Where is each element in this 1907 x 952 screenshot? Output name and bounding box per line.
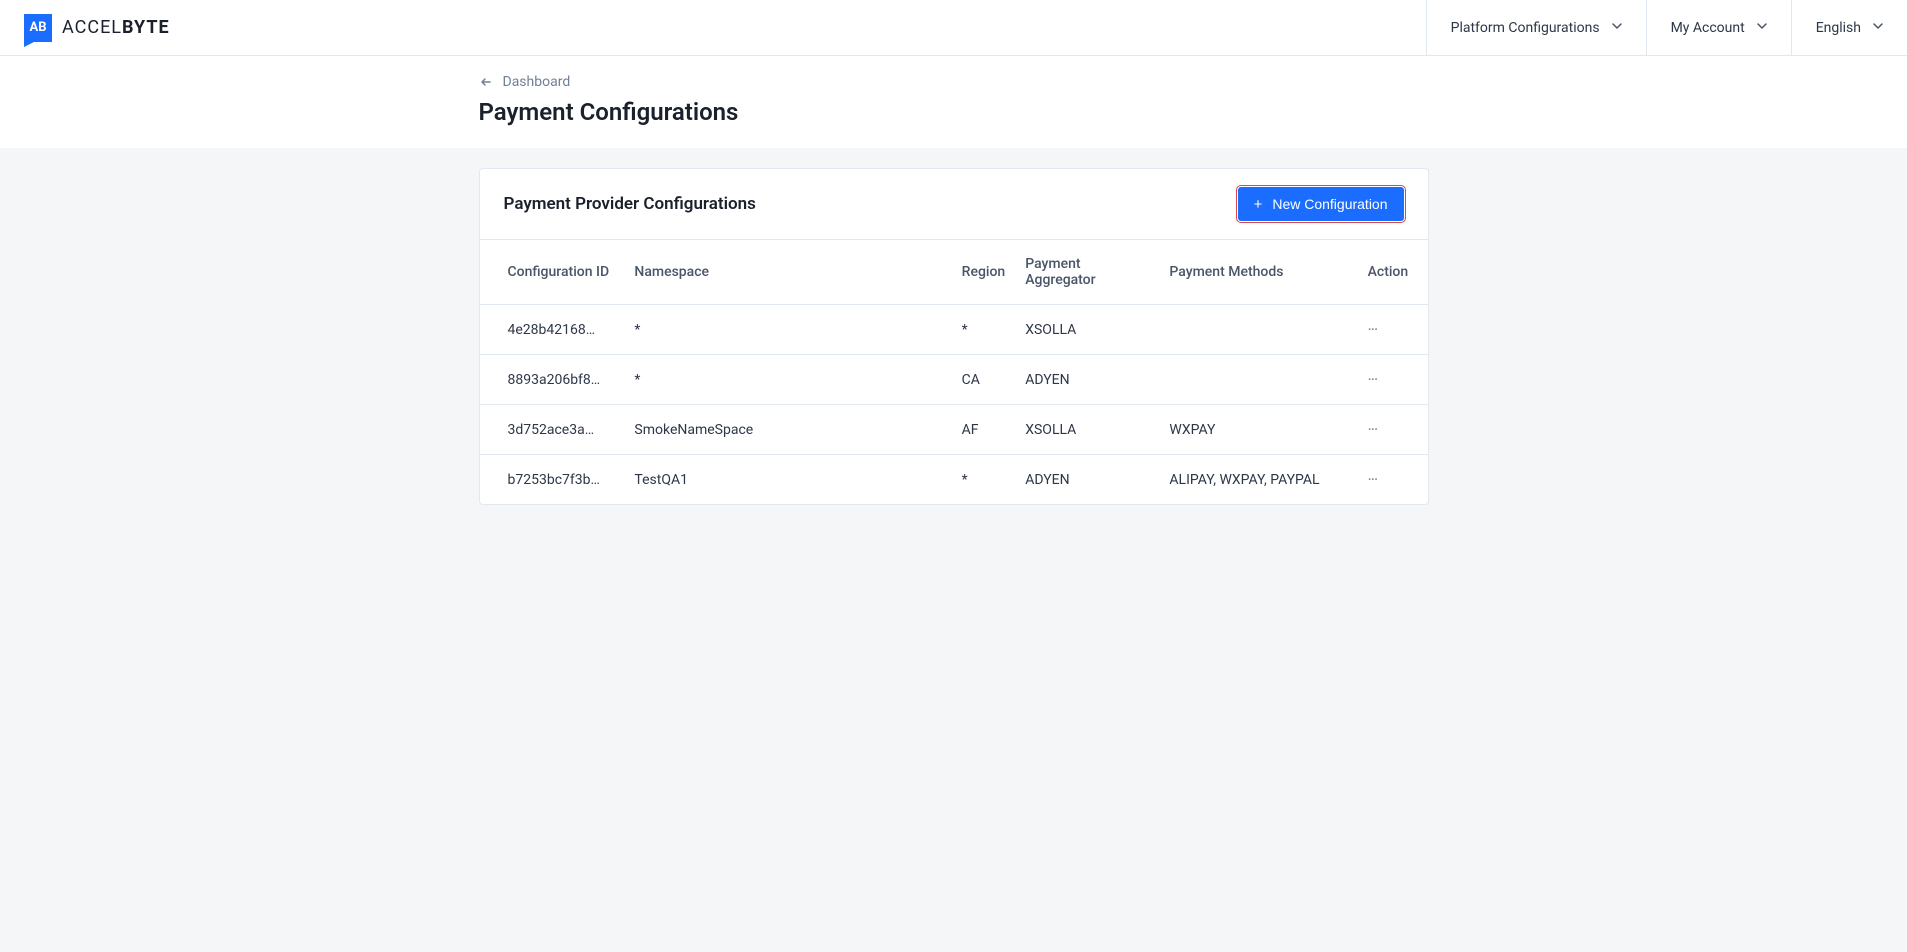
cell-config-id: 4e28b42168…	[480, 305, 625, 355]
breadcrumb-dashboard-link[interactable]: Dashboard	[503, 74, 571, 90]
cell-config-id: 8893a206bf8…	[480, 355, 625, 405]
brand-icon: AB	[24, 14, 52, 42]
cell-config-id: b7253bc7f3b…	[480, 455, 625, 505]
cell-methods: ALIPAY, WXPAY, PAYPAL	[1159, 455, 1357, 505]
cell-methods	[1159, 305, 1357, 355]
table-row: 4e28b42168…**XSOLLA···	[480, 305, 1428, 355]
brand-icon-text: AB	[29, 20, 46, 35]
new-configuration-label: New Configuration	[1272, 196, 1387, 212]
cell-namespace: TestQA1	[624, 455, 951, 505]
content-area: Payment Provider Configurations + New Co…	[0, 148, 1907, 505]
cell-region: CA	[952, 355, 1016, 405]
card-title: Payment Provider Configurations	[504, 194, 756, 214]
brand-name: ACCELBYTE	[62, 17, 170, 38]
payment-provider-card: Payment Provider Configurations + New Co…	[479, 168, 1429, 505]
cell-action: ···	[1358, 355, 1428, 405]
logo-area[interactable]: AB ACCELBYTE	[0, 14, 170, 42]
chevron-down-icon	[1612, 23, 1622, 33]
header-namespace: Namespace	[624, 240, 951, 305]
configurations-table: Configuration ID Namespace Region Paymen…	[480, 240, 1428, 504]
more-actions-icon[interactable]: ···	[1368, 320, 1378, 339]
cell-aggregator: ADYEN	[1015, 455, 1159, 505]
breadcrumb: Dashboard	[479, 74, 1429, 90]
table-row: 8893a206bf8…*CAADYEN ···	[480, 355, 1428, 405]
cell-action: ···	[1358, 405, 1428, 455]
platform-config-label: Platform Configurations	[1451, 20, 1600, 36]
page-head: Dashboard Payment Configurations	[0, 56, 1907, 148]
cell-region: *	[952, 455, 1016, 505]
header-aggregator: Payment Aggregator	[1015, 240, 1159, 305]
page-title: Payment Configurations	[479, 98, 1429, 126]
cell-aggregator: ADYEN	[1015, 355, 1159, 405]
my-account-label: My Account	[1671, 20, 1745, 36]
cell-namespace: SmokeNameSpace	[624, 405, 951, 455]
cell-aggregator: XSOLLA	[1015, 405, 1159, 455]
cell-namespace: *	[624, 355, 951, 405]
header-region: Region	[952, 240, 1016, 305]
cell-methods: WXPAY	[1159, 405, 1357, 455]
table-header-row: Configuration ID Namespace Region Paymen…	[480, 240, 1428, 305]
language-label: English	[1816, 20, 1861, 36]
header-config-id: Configuration ID	[480, 240, 625, 305]
cell-namespace: *	[624, 305, 951, 355]
top-header: AB ACCELBYTE Platform Configurations My …	[0, 0, 1907, 56]
chevron-down-icon	[1757, 23, 1767, 33]
more-actions-icon[interactable]: ···	[1368, 470, 1378, 489]
cell-methods	[1159, 355, 1357, 405]
cell-action: ···	[1358, 305, 1428, 355]
platform-configurations-menu[interactable]: Platform Configurations	[1426, 0, 1646, 55]
my-account-menu[interactable]: My Account	[1646, 0, 1791, 55]
more-actions-icon[interactable]: ···	[1368, 420, 1378, 439]
table-row: 3d752ace3a…SmokeNameSpaceAFXSOLLAWXPAY ··…	[480, 405, 1428, 455]
new-configuration-button[interactable]: + New Configuration	[1238, 187, 1404, 221]
arrow-left-icon[interactable]	[479, 75, 493, 89]
cell-region: *	[952, 305, 1016, 355]
cell-region: AF	[952, 405, 1016, 455]
language-menu[interactable]: English	[1791, 0, 1907, 55]
header-methods: Payment Methods	[1159, 240, 1357, 305]
header-right: Platform Configurations My Account Engli…	[1426, 0, 1907, 55]
card-header: Payment Provider Configurations + New Co…	[480, 169, 1428, 240]
table-row: b7253bc7f3b…TestQA1*ADYENALIPAY, WXPAY, …	[480, 455, 1428, 505]
page-body: Dashboard Payment Configurations Payment…	[0, 56, 1907, 952]
chevron-down-icon	[1873, 23, 1883, 33]
plus-icon: +	[1254, 197, 1263, 212]
header-action: Action	[1358, 240, 1428, 305]
cell-aggregator: XSOLLA	[1015, 305, 1159, 355]
cell-action: ···	[1358, 455, 1428, 505]
more-actions-icon[interactable]: ···	[1368, 370, 1378, 389]
cell-config-id: 3d752ace3a…	[480, 405, 625, 455]
